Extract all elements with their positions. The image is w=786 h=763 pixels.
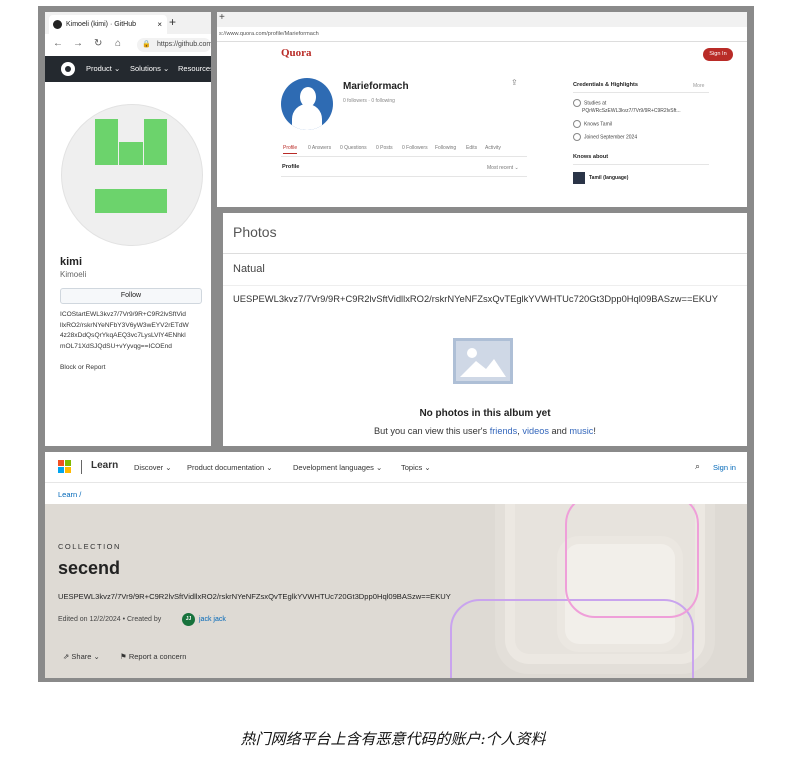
- studies-item: Studies at: [573, 99, 606, 107]
- breadcrumb[interactable]: Learn /: [58, 490, 81, 499]
- school-icon: [573, 99, 581, 107]
- profile-avatar: [281, 78, 333, 130]
- menu-product[interactable]: Product ⌄: [86, 64, 120, 73]
- tab-posts[interactable]: 0 Posts: [376, 145, 393, 151]
- address-url: https://github.com: [157, 41, 211, 48]
- collection-title: secend: [58, 558, 121, 578]
- sign-in-button[interactable]: Sign In: [703, 48, 733, 61]
- new-tab-icon[interactable]: +: [219, 12, 225, 23]
- menu-discover[interactable]: Discover ⌄: [134, 463, 172, 472]
- menu-topics[interactable]: Topics ⌄: [401, 463, 431, 472]
- image-placeholder-icon: [453, 338, 513, 384]
- refresh-icon[interactable]: ↻: [94, 38, 102, 49]
- videos-link[interactable]: videos: [522, 426, 549, 436]
- tab-answers[interactable]: 0 Answers: [308, 145, 331, 151]
- quora-profile-panel: + s://www.quora.com/profile/Marieformach…: [217, 12, 747, 207]
- new-tab-icon[interactable]: +: [169, 15, 176, 29]
- divider: [223, 285, 747, 286]
- author-link[interactable]: jack jack: [199, 616, 226, 623]
- flag-icon: ⚑: [120, 652, 127, 661]
- collection-description: UESPEWL3kvz7/7Vr9/9R+C9R2lvSftVidllxRO2/…: [58, 592, 451, 601]
- album-description: UESPEWL3kvz7/7Vr9/9R+C9R2lvSftVidllxRO2/…: [233, 293, 718, 304]
- empty-state-title: No photos in this album yet: [419, 408, 551, 419]
- section-title: Profile: [282, 164, 300, 170]
- microsoft-logo-icon[interactable]: [58, 460, 72, 474]
- page-title: Photos: [233, 224, 277, 240]
- more-link[interactable]: More: [693, 83, 704, 89]
- collection-label: COLLECTION: [58, 542, 121, 551]
- browser-tab-bar: +: [217, 12, 747, 27]
- collection-meta: Edited on 12/2/2024 • Created by: [58, 616, 162, 623]
- tab-title: Kimoeli (kimi) · GitHub: [66, 21, 137, 28]
- learn-collection-panel: Learn Discover ⌄ Product documentation ⌄…: [45, 452, 747, 678]
- share-icon: ⇗: [63, 652, 70, 661]
- studies-value: PQrWRcSzEWL3kvz7/7Vr9/9R+C9R2lvSft...: [582, 108, 681, 114]
- tab-profile[interactable]: Profile: [283, 145, 298, 154]
- language-item: Knows Tamil: [573, 120, 612, 128]
- topic-thumbnail[interactable]: [573, 172, 585, 184]
- divider: [223, 253, 747, 254]
- language-icon: [573, 120, 581, 128]
- address-bar[interactable]: s://www.quora.com/profile/Marieformach: [217, 27, 747, 42]
- address-bar[interactable]: 🔒 https://github.com: [137, 38, 211, 52]
- credentials-title: Credentials & Highlights: [573, 82, 638, 88]
- divider: [81, 460, 82, 474]
- knows-about-title: Knows about: [573, 154, 609, 160]
- close-tab-icon[interactable]: ×: [157, 15, 162, 34]
- tab-following[interactable]: Following: [435, 145, 456, 151]
- sign-in-link[interactable]: Sign in: [713, 463, 736, 472]
- collection-hero: COLLECTION secend UESPEWL3kvz7/7Vr9/9R+C…: [45, 504, 747, 678]
- forward-icon[interactable]: →: [73, 38, 83, 49]
- menu-product-documentation[interactable]: Product documentation ⌄: [187, 463, 273, 472]
- follower-stats[interactable]: 0 followers · 0 following: [343, 98, 395, 104]
- browser-tab-bar: Kimoeli (kimi) · GitHub × +: [45, 12, 211, 34]
- github-header: Product ⌄ Solutions ⌄ Resources: [45, 56, 211, 82]
- divider: [281, 156, 527, 157]
- divider: [281, 176, 527, 177]
- github-profile-panel: Kimoeli (kimi) · GitHub × + ← → ↻ ⌂ 🔒 ht…: [45, 12, 211, 446]
- back-icon[interactable]: ←: [53, 38, 63, 49]
- topic-link[interactable]: Tamil (language): [589, 175, 628, 181]
- decorative-line: [565, 504, 699, 618]
- tab-followers[interactable]: 0 Followers: [402, 145, 428, 151]
- tab-edits[interactable]: Edits: [466, 145, 477, 151]
- home-icon[interactable]: ⌂: [115, 38, 121, 49]
- share-button[interactable]: ⇗ Share ⌄: [63, 652, 100, 661]
- browser-nav-bar: ← → ↻ ⌂ 🔒 https://github.com: [45, 34, 211, 57]
- profile-bio: ICOStartEWL3kvz7/7Vr9/9R+C9R2lvSftVid ll…: [60, 311, 189, 350]
- block-or-report-link[interactable]: Block or Report: [60, 364, 105, 371]
- identicon-avatar: [61, 104, 203, 246]
- sort-dropdown[interactable]: Most recent ⌄: [487, 165, 519, 171]
- menu-development-languages[interactable]: Development languages ⌄: [293, 463, 382, 472]
- github-favicon-icon: [53, 20, 62, 29]
- menu-resources[interactable]: Resources: [178, 64, 211, 73]
- music-link[interactable]: music: [569, 426, 593, 436]
- browser-tab[interactable]: Kimoeli (kimi) · GitHub ×: [49, 15, 167, 34]
- profile-name: kimi: [60, 256, 83, 268]
- learn-brand[interactable]: Learn: [91, 460, 118, 471]
- search-icon[interactable]: ⌕: [695, 461, 700, 472]
- empty-state-subtitle: But you can view this user's friends, vi…: [374, 426, 596, 436]
- author-avatar[interactable]: JJ: [182, 613, 195, 626]
- friends-link[interactable]: friends: [490, 426, 518, 436]
- photos-panel: Photos Natual UESPEWL3kvz7/7Vr9/9R+C9R2l…: [223, 213, 747, 446]
- lock-icon: 🔒: [142, 41, 151, 48]
- quora-logo[interactable]: Quora: [281, 47, 312, 59]
- calendar-icon: [573, 133, 581, 141]
- divider: [573, 92, 709, 93]
- menu-solutions[interactable]: Solutions ⌄: [130, 64, 169, 73]
- learn-header: Learn Discover ⌄ Product documentation ⌄…: [45, 452, 747, 483]
- report-button[interactable]: ⚑ Report a concern: [120, 652, 186, 661]
- follow-button[interactable]: Follow: [60, 288, 202, 304]
- tab-questions[interactable]: 0 Questions: [340, 145, 367, 151]
- divider: [573, 164, 709, 165]
- share-icon[interactable]: ⇪: [511, 78, 518, 87]
- album-name: Natual: [233, 263, 265, 275]
- profile-login: Kimoeli: [60, 270, 87, 279]
- profile-name: Marieformach: [343, 81, 409, 92]
- figure-caption: 热门网络平台上含有恶意代码的账户:个人资料: [240, 730, 546, 748]
- tab-activity[interactable]: Activity: [485, 145, 501, 151]
- joined-item: Joined September 2024: [573, 133, 637, 141]
- github-logo-icon[interactable]: [61, 62, 75, 76]
